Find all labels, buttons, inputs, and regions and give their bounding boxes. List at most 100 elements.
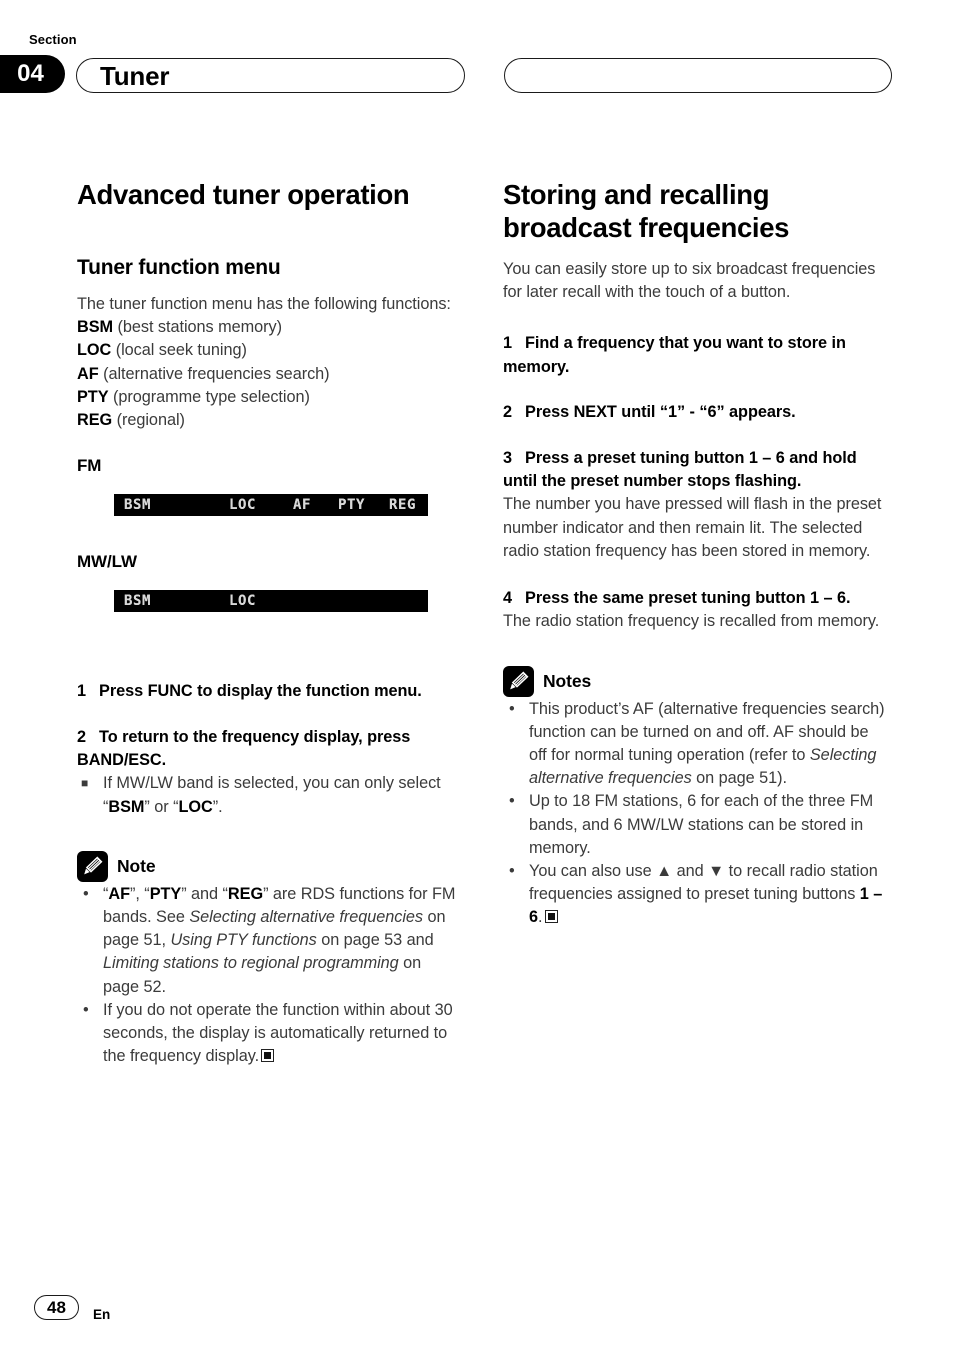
function-code: AF (77, 364, 99, 383)
page-header: Section 04 Tuner (0, 0, 954, 112)
step-number: 3 (503, 448, 513, 467)
text-run: ”, “ (129, 884, 150, 903)
lcd-segment-loc: LOC (229, 593, 257, 610)
left-column: Advanced tuner operation Tuner function … (77, 178, 460, 1068)
section-label: Section (29, 32, 77, 47)
step-number: 2 (77, 727, 87, 746)
text-run: If you do not operate the function withi… (103, 1000, 453, 1066)
text-run: Up to 18 FM stations, 6 for each of the … (529, 792, 874, 857)
bullet-code-bsm: BSM (108, 797, 145, 816)
note-bullet-list: • “AF”, “PTY” and “REG” are RDS functions… (77, 883, 460, 1069)
bullet-code-loc: LOC (178, 797, 213, 816)
step-text: Press NEXT until “1” - “6” appears. (525, 403, 796, 422)
notes-bullet-list: • This product’s AF (alternative frequenc… (503, 698, 886, 930)
pencil-icon (77, 850, 108, 882)
bold-term: PTY (149, 884, 182, 903)
list-item: ■ If MW/LW band is selected, you can only… (77, 772, 460, 818)
right-column: Storing and recalling broadcast frequenc… (503, 178, 886, 930)
step-text: Find a frequency that you want to store … (503, 334, 846, 376)
lcd-segment-reg: REG (389, 497, 417, 514)
function-code: PTY (77, 387, 109, 406)
list-item: • Up to 18 FM stations, 6 for each of the… (503, 790, 886, 860)
page-number: 48 (34, 1295, 79, 1320)
text-run: . (538, 908, 543, 927)
dot-bullet-icon: • (509, 699, 515, 718)
function-code: REG (77, 411, 113, 430)
step-4: 4 Press the same preset tuning button 1 –… (503, 587, 886, 610)
language-code: En (93, 1307, 111, 1322)
function-list-item: PTY (programme type selection) (77, 386, 460, 409)
notes-title: Notes (543, 670, 592, 691)
step-text: To return to the frequency display, pres… (77, 727, 411, 770)
step-3: 3 Press a preset tuning button 1 – 6 and … (503, 447, 886, 494)
step-text: Press the same preset tuning button 1 – … (525, 589, 851, 608)
function-list-item: LOC (local seek tuning) (77, 339, 460, 362)
function-description: (programme type selection) (108, 387, 310, 406)
dot-bullet-icon: • (509, 792, 515, 811)
list-item: • You can also use ▲ and ▼ to recall radi… (503, 860, 886, 930)
italic-reference: Using PTY functions (170, 931, 317, 950)
section-heading-tuner-function-menu: Tuner function menu (77, 256, 281, 279)
function-description: (best stations memory) (113, 318, 283, 337)
step-number: 2 (503, 403, 513, 422)
end-of-note-marker-icon (261, 1049, 275, 1063)
function-description: (regional) (112, 411, 185, 430)
function-list: BSM (best stations memory) LOC (local see… (77, 316, 460, 432)
step-number: 4 (503, 589, 513, 608)
band-label-fm: FM (77, 456, 102, 476)
lcd-display-mwlw: BSM LOC (114, 590, 428, 613)
notes-header: Notes (503, 665, 886, 698)
italic-reference: Selecting alternative frequencies (189, 908, 424, 927)
step-2: 2 Press NEXT until “1” - “6” appears. (503, 401, 886, 424)
lcd-display-fm: BSM LOC AF PTY REG (114, 494, 428, 517)
function-list-item: AF (alternative frequencies search) (77, 363, 460, 386)
right-header-pill (504, 58, 892, 93)
square-bullet-icon: ■ (81, 776, 89, 791)
function-code: LOC (77, 341, 112, 360)
list-item: • This product’s AF (alternative frequenc… (503, 698, 886, 791)
step-text: Press FUNC to display the function menu. (99, 682, 422, 701)
function-list-item: REG (regional) (77, 409, 460, 432)
text-run: You can also use ▲ and ▼ to recall radio… (529, 862, 878, 904)
function-description: (local seek tuning) (111, 341, 247, 360)
step-1: 1 Find a frequency that you want to store… (503, 332, 886, 379)
end-of-note-marker-icon (544, 910, 558, 924)
band-label-mwlw: MW/LW (77, 552, 137, 572)
bold-term: AF (108, 884, 130, 903)
lcd-segment-bsm: BSM (124, 593, 152, 610)
step-4-body: The radio station frequency is recalled … (503, 612, 880, 631)
dot-bullet-icon: • (83, 1000, 89, 1019)
dot-bullet-icon: • (83, 884, 89, 903)
step-1: 1 Press FUNC to display the function menu… (77, 680, 460, 703)
intro-paragraph: The tuner function menu has the followin… (77, 295, 451, 313)
text-run: ” and “ (181, 884, 228, 903)
function-description: (alternative frequencies search) (98, 364, 330, 383)
lcd-segment-pty: PTY (338, 497, 366, 514)
dot-bullet-icon: • (509, 862, 515, 881)
note-header: Note (77, 850, 460, 883)
function-list-item: BSM (best stations memory) (77, 316, 460, 339)
step-text: Press a preset tuning button 1 – 6 and h… (503, 448, 857, 491)
bullet-post: ”. (212, 797, 223, 816)
list-item: • “AF”, “PTY” and “REG” are RDS functions… (77, 883, 460, 999)
page-footer: 48 En (0, 1285, 954, 1355)
step-2: 2 To return to the frequency display, pre… (77, 726, 460, 773)
right-intro-paragraph: You can easily store up to six broadcast… (503, 260, 876, 302)
step-3-body: The number you have pressed will flash i… (503, 495, 882, 560)
text-run: on page 53 and (316, 931, 434, 950)
lcd-segment-loc: LOC (229, 497, 257, 514)
step-2-bullet-list: ■ If MW/LW band is selected, you can only… (77, 772, 460, 818)
bold-term: REG (227, 884, 264, 903)
list-item: • If you do not operate the function with… (77, 999, 460, 1069)
bullet-mid: ” or “ (144, 797, 179, 816)
pencil-icon (503, 665, 534, 697)
right-page-title: Storing and recalling broadcast frequenc… (503, 179, 790, 243)
step-number: 1 (503, 334, 513, 353)
italic-reference: Limiting stations to regional programmin… (103, 954, 399, 973)
chapter-title: Tuner (100, 61, 170, 91)
page-title: Advanced tuner operation (77, 179, 410, 210)
function-code: BSM (77, 318, 114, 337)
step-number: 1 (77, 682, 87, 701)
note-title: Note (117, 855, 156, 876)
chapter-title-pill: Tuner (76, 58, 465, 93)
